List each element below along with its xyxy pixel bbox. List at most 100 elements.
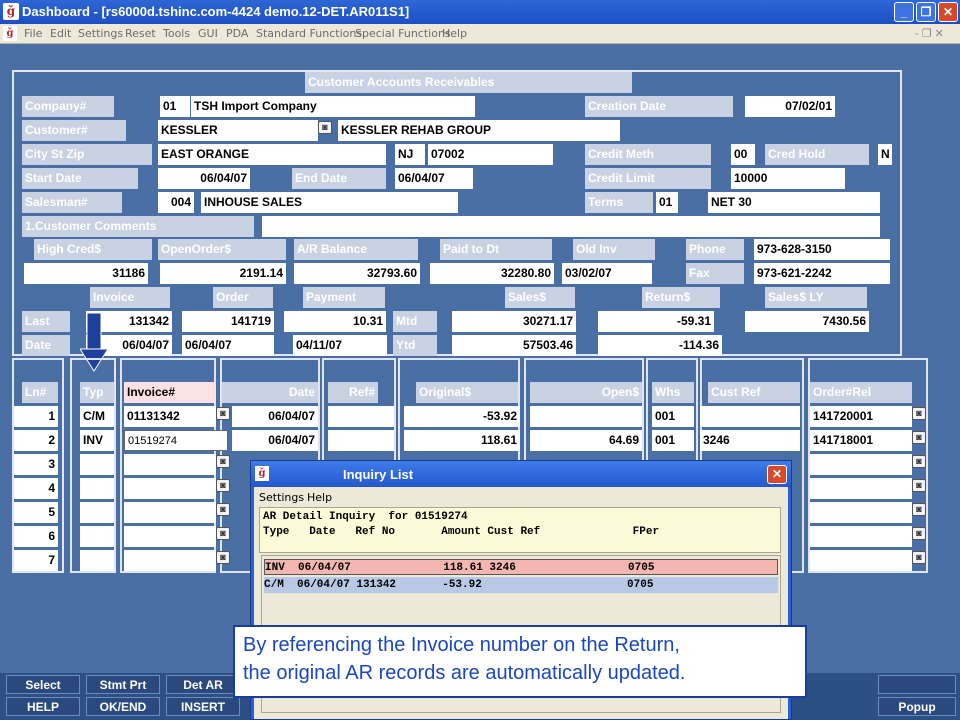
zip-field[interactable]: 07002: [428, 144, 553, 165]
start-date-field[interactable]: 06/04/07: [158, 168, 250, 189]
lookup-camera-icon[interactable]: ◙: [318, 121, 332, 134]
row5-typ[interactable]: [80, 502, 114, 523]
stmt-prt-button[interactable]: Stmt Prt: [86, 675, 160, 694]
menu-reset[interactable]: Reset: [125, 27, 156, 40]
row4-typ[interactable]: [80, 478, 114, 499]
maximize-button[interactable]: ❐: [916, 2, 936, 22]
menu-help[interactable]: Help: [442, 27, 467, 40]
city-field[interactable]: EAST ORANGE: [158, 144, 386, 165]
order-label: Order: [213, 287, 273, 308]
row5-order[interactable]: [810, 502, 912, 523]
end-date-field[interactable]: 06/04/07: [395, 168, 473, 189]
row7-typ[interactable]: [80, 550, 114, 571]
fkey-blank-right[interactable]: [878, 675, 956, 694]
row1-order[interactable]: 141720001: [810, 406, 912, 427]
row3-order[interactable]: [810, 454, 912, 475]
row5-invoice[interactable]: [124, 502, 216, 523]
menu-gui[interactable]: GUI: [198, 27, 218, 40]
menu-settings[interactable]: Settings: [78, 27, 123, 40]
row2-date[interactable]: 06/04/07: [232, 430, 318, 451]
minimize-button[interactable]: _: [894, 2, 914, 22]
row2-open[interactable]: 64.69: [530, 430, 642, 451]
company-name-field: TSH Import Company: [191, 96, 475, 117]
credit-limit-field[interactable]: 10000: [731, 168, 845, 189]
row1-invoice[interactable]: 01131342: [124, 406, 216, 427]
row1-custref[interactable]: [700, 406, 800, 427]
row7-invoice[interactable]: [124, 550, 216, 571]
row6-typ[interactable]: [80, 526, 114, 547]
menu-standard-functions[interactable]: Standard Functions: [256, 27, 362, 40]
help-button[interactable]: HELP: [6, 697, 80, 716]
row4-order[interactable]: [810, 478, 912, 499]
row7-order-camera-icon[interactable]: ◙: [912, 551, 926, 564]
popup-button[interactable]: Popup: [878, 697, 956, 716]
row6-order[interactable]: [810, 526, 912, 547]
grid-header-order: Order#Rel: [810, 382, 912, 403]
end-date-label: End Date: [292, 168, 386, 189]
insert-button[interactable]: INSERT: [166, 697, 240, 716]
grid-header-invoice: Invoice#: [124, 382, 216, 403]
app-menu-icon[interactable]: ǧ: [3, 26, 17, 41]
dialog-menu-settings[interactable]: Settings: [259, 491, 304, 504]
menu-file[interactable]: File: [24, 27, 42, 40]
row5-invoice-camera-icon[interactable]: ◙: [216, 503, 230, 516]
menu-special-functions[interactable]: Special Functions: [355, 27, 451, 40]
ytd-return-field: -114.36: [598, 335, 722, 356]
row7-order[interactable]: [810, 550, 912, 571]
row2-order-camera-icon[interactable]: ◙: [912, 431, 926, 444]
row3-invoice-camera-icon[interactable]: ◙: [216, 455, 230, 468]
row3-order-camera-icon[interactable]: ◙: [912, 455, 926, 468]
row1-whs[interactable]: 001: [652, 406, 694, 427]
row2-invoice[interactable]: 01519274: [124, 430, 228, 451]
row4-invoice[interactable]: [124, 478, 216, 499]
row1-ref[interactable]: [328, 406, 394, 427]
det-ar-button[interactable]: Det AR: [166, 675, 240, 694]
dialog-close-button[interactable]: ✕: [767, 465, 787, 484]
inquiry-row-cm[interactable]: C/M 06/04/07 131342 -53.92 0705: [264, 577, 778, 593]
row2-custref[interactable]: 3246: [700, 430, 800, 451]
row1-order-camera-icon[interactable]: ◙: [912, 407, 926, 420]
customer-id-field[interactable]: KESSLER: [158, 120, 318, 141]
row2-whs[interactable]: 001: [652, 430, 694, 451]
customer-comments-label[interactable]: 1.Customer Comments: [22, 216, 254, 237]
row4-invoice-camera-icon[interactable]: ◙: [216, 479, 230, 492]
row1-invoice-camera-icon[interactable]: ◙: [216, 407, 230, 420]
row2-typ[interactable]: INV: [80, 430, 114, 451]
old-inv-field: 03/02/07: [562, 263, 652, 284]
row2-ref[interactable]: [328, 430, 394, 451]
sales-label: Sales$: [505, 287, 575, 308]
credit-meth-field[interactable]: 00: [731, 144, 755, 165]
row6-invoice[interactable]: [124, 526, 216, 547]
menu-edit[interactable]: Edit: [50, 27, 71, 40]
open-order-field: 2191.14: [160, 263, 286, 284]
salesman-no-field[interactable]: 004: [158, 192, 194, 213]
dialog-menu-help[interactable]: Help: [307, 491, 332, 504]
row2-order[interactable]: 141718001: [810, 430, 912, 451]
menu-tools[interactable]: Tools: [163, 27, 190, 40]
row7-invoice-camera-icon[interactable]: ◙: [216, 551, 230, 564]
fax-field[interactable]: 973-621-2242: [754, 263, 890, 284]
cred-hold-field[interactable]: N: [878, 144, 892, 165]
customer-comments-field[interactable]: [262, 216, 880, 237]
state-field[interactable]: NJ: [395, 144, 425, 165]
menu-pda[interactable]: PDA: [226, 27, 248, 40]
row1-open[interactable]: [530, 406, 642, 427]
row5-order-camera-icon[interactable]: ◙: [912, 503, 926, 516]
close-button[interactable]: ✕: [938, 2, 958, 22]
row4-order-camera-icon[interactable]: ◙: [912, 479, 926, 492]
row3-typ[interactable]: [80, 454, 114, 475]
mdi-window-controls[interactable]: - ❐ ✕: [915, 27, 944, 40]
row1-typ[interactable]: C/M: [80, 406, 114, 427]
inquiry-row-inv[interactable]: INV 06/04/07 118.61 3246 0705: [264, 559, 778, 575]
company-no-field[interactable]: 01: [160, 96, 190, 117]
select-button[interactable]: Select: [6, 675, 80, 694]
phone-field[interactable]: 973-628-3150: [754, 239, 890, 260]
row1-date[interactable]: 06/04/07: [232, 406, 318, 427]
row3-invoice[interactable]: [124, 454, 216, 475]
ok-end-button[interactable]: OK/END: [86, 697, 160, 716]
row2-original[interactable]: 118.61: [404, 430, 520, 451]
row6-invoice-camera-icon[interactable]: ◙: [216, 527, 230, 540]
terms-code-field[interactable]: 01: [656, 192, 678, 213]
row1-original[interactable]: -53.92: [404, 406, 520, 427]
row6-order-camera-icon[interactable]: ◙: [912, 527, 926, 540]
